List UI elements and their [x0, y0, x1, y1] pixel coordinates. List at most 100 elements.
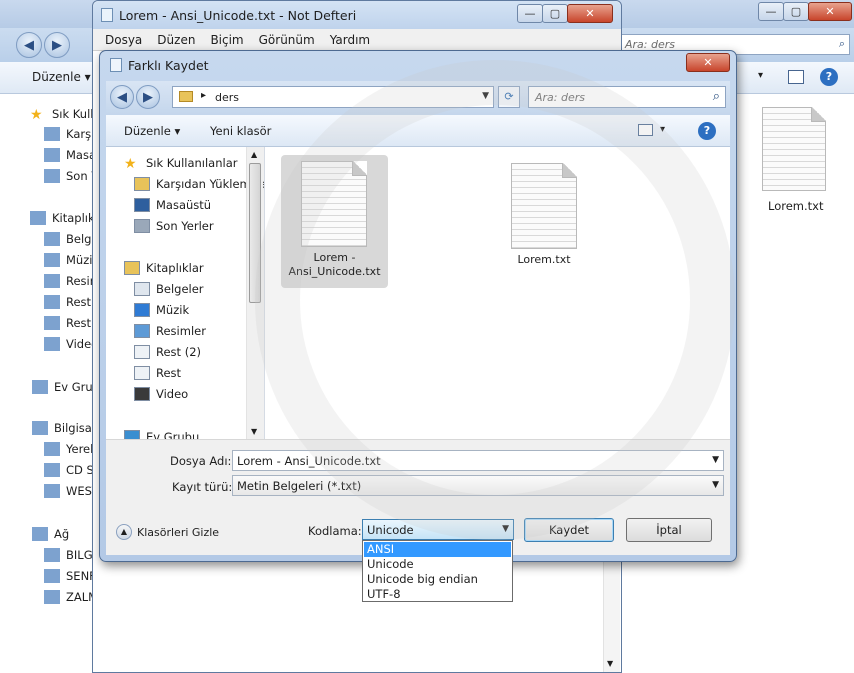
refresh-button[interactable]: ⟳: [498, 86, 520, 108]
dialog-close-button[interactable]: ✕: [686, 53, 730, 72]
pictures-icon: [134, 324, 150, 338]
recent-places-icon: [44, 169, 60, 183]
nav-item[interactable]: Belgeler: [134, 279, 204, 299]
notepad-maximize-button[interactable]: ▢: [542, 4, 568, 23]
music-icon: [134, 303, 150, 317]
scroll-up-icon[interactable]: ▲: [251, 150, 257, 159]
notepad-menu-item[interactable]: Düzen: [157, 33, 195, 47]
preview-pane-icon[interactable]: [788, 70, 804, 84]
computer-icon: [32, 421, 48, 435]
encoding-option[interactable]: UTF-8: [364, 587, 511, 602]
encoding-option[interactable]: Unicode big endian: [364, 572, 511, 587]
explorer-sidebar-item[interactable]: ZALM: [44, 587, 98, 607]
view-icon[interactable]: [638, 124, 653, 136]
arrow-right-icon: ▶: [143, 89, 153, 105]
nav-scrollbar[interactable]: ▲ ▼: [246, 147, 263, 439]
file-item-lorem-ansi-unicode[interactable]: Lorem - Ansi_Unicode.txt: [281, 155, 388, 288]
filetype-select[interactable]: Metin Belgeleri (*.txt) ▼: [232, 475, 724, 496]
nav-item[interactable]: ★ Sık Kullanılanlar: [124, 153, 238, 173]
text-file-icon: [511, 163, 577, 249]
dialog-title: Farklı Kaydet: [128, 58, 209, 73]
scroll-down-icon[interactable]: ▼: [607, 659, 613, 668]
arrow-left-icon: ◀: [24, 37, 34, 53]
dialog-organize-button[interactable]: Düzenle ▾: [124, 124, 180, 138]
dialog-forward-button[interactable]: ▶: [136, 85, 160, 109]
address-dropdown-icon[interactable]: ▼: [482, 91, 489, 101]
view-menu-button[interactable]: ▾: [758, 70, 763, 81]
scroll-thumb[interactable]: [249, 163, 261, 303]
notepad-menu-item[interactable]: Dosya: [105, 33, 142, 47]
video-icon: [134, 387, 150, 401]
recent-places-icon: [134, 219, 150, 233]
nav-item[interactable]: Rest: [134, 363, 181, 383]
search-icon[interactable]: ⌕: [713, 89, 720, 104]
scroll-down-icon[interactable]: ▼: [251, 427, 257, 436]
explorer-sidebar-item[interactable]: WEST: [44, 481, 99, 501]
filename-dropdown-icon[interactable]: ▼: [712, 455, 719, 465]
document-icon: [44, 295, 60, 309]
dialog-search-box[interactable]: Ara: ders ⌕: [528, 86, 726, 108]
encoding-value: Unicode: [367, 522, 414, 537]
search-icon[interactable]: ⌕: [839, 37, 845, 51]
explorer-sidebar-item[interactable]: Rest: [44, 313, 91, 333]
address-bar[interactable]: ▸ ders ▼: [172, 86, 494, 108]
drive-icon: [44, 484, 60, 498]
dialog-notepad-icon: [110, 58, 122, 72]
file-name: Lorem.txt: [517, 253, 571, 266]
help-icon[interactable]: ?: [820, 68, 838, 86]
view-dropdown-icon[interactable]: ▾: [660, 124, 665, 135]
explorer-sidebar: ★Sık KullanılanlarKarşıdan YüklemelerMas…: [0, 94, 183, 673]
file-item-lorem[interactable]: Lorem.txt: [501, 163, 581, 273]
cancel-button[interactable]: İptal: [626, 518, 712, 542]
nav-item-label: Rest: [156, 366, 182, 380]
network-computer-icon: [44, 548, 60, 562]
back-button[interactable]: ◀: [16, 32, 42, 58]
organize-label: Düzenle: [124, 124, 171, 138]
notepad-titlebar[interactable]: Lorem - Ansi_Unicode.txt - Not Defteri —…: [93, 1, 621, 29]
hide-folders-button[interactable]: ▲ Klasörleri Gizle: [116, 524, 219, 540]
notepad-menu-item[interactable]: Yardım: [330, 33, 370, 47]
arrow-right-icon: ▶: [52, 37, 62, 53]
breadcrumb-ders[interactable]: ders: [215, 91, 239, 104]
nav-item[interactable]: Video: [134, 384, 188, 404]
explorer-sidebar-item[interactable]: Video: [44, 334, 98, 354]
notepad-close-button[interactable]: ✕: [567, 4, 613, 23]
explorer-sidebar-item[interactable]: Müzik: [44, 250, 99, 270]
dialog-file-list: Lorem - Ansi_Unicode.txt Lorem.txt: [264, 147, 730, 439]
forward-button[interactable]: ▶: [44, 32, 70, 58]
explorer-sidebar-item[interactable]: SENF: [44, 566, 96, 586]
documents-icon: [134, 282, 150, 296]
disk-icon: [44, 442, 60, 456]
nav-item[interactable]: Rest (2): [134, 342, 201, 362]
dialog-back-button[interactable]: ◀: [110, 85, 134, 109]
breadcrumb-chevron-icon[interactable]: ▸: [201, 90, 206, 101]
nav-item[interactable]: Masaüstü: [134, 195, 211, 215]
notepad-menu-item[interactable]: Biçim: [210, 33, 243, 47]
minimize-button[interactable]: —: [758, 2, 784, 21]
notepad-icon: [101, 8, 113, 22]
new-folder-button[interactable]: Yeni klasör: [210, 124, 271, 138]
encoding-select[interactable]: Unicode ▼: [362, 519, 514, 540]
help-icon[interactable]: ?: [698, 122, 716, 140]
nav-item[interactable]: Son Yerler: [134, 216, 214, 236]
encoding-option[interactable]: ANSI: [364, 542, 511, 557]
nav-item[interactable]: Kitaplıklar: [124, 258, 204, 278]
save-button[interactable]: Kaydet: [524, 518, 614, 542]
encoding-option[interactable]: Unicode: [364, 557, 511, 572]
explorer-sidebar-item[interactable]: Rest: [44, 292, 91, 312]
nav-item[interactable]: Müzik: [134, 300, 189, 320]
maximize-button[interactable]: ▢: [783, 2, 809, 21]
nav-item[interactable]: Resimler: [134, 321, 206, 341]
encoding-dropdown-icon[interactable]: ▼: [502, 524, 509, 534]
close-button[interactable]: ✕: [808, 2, 852, 21]
homegroup-icon: [32, 380, 48, 394]
explorer-organize-button[interactable]: Düzenle ▾: [32, 70, 91, 84]
network-computer-icon: [44, 590, 60, 604]
hide-folders-label: Klasörleri Gizle: [137, 525, 220, 539]
explorer-sidebar-item[interactable]: Ağ: [32, 524, 69, 544]
file-name-line1: Lorem -: [313, 251, 356, 264]
notepad-menu-item[interactable]: Görünüm: [259, 33, 315, 47]
notepad-minimize-button[interactable]: —: [517, 4, 543, 23]
filetype-dropdown-icon[interactable]: ▼: [712, 480, 719, 490]
filename-input[interactable]: Lorem - Ansi_Unicode.txt ▼: [232, 450, 724, 471]
